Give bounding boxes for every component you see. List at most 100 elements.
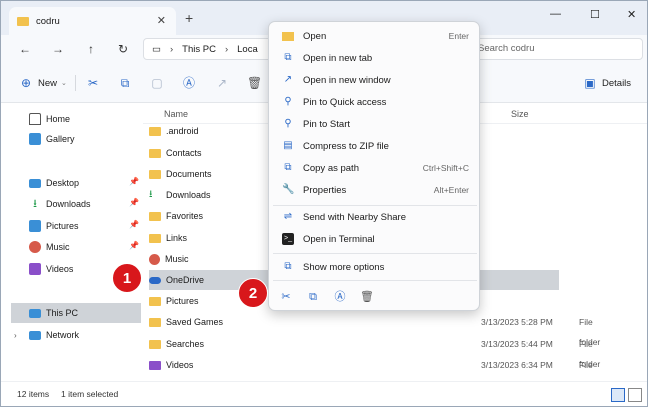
sidebar-item-home[interactable]: Home xyxy=(29,109,143,129)
tiles-view-button[interactable] xyxy=(628,388,642,402)
expand-chevron-icon[interactable]: › xyxy=(14,331,17,340)
table-row[interactable]: Saved Games 3/13/2023 5:28 PM File folde… xyxy=(149,312,600,347)
sidebar-item-label: Desktop xyxy=(46,178,80,188)
file-name: .android xyxy=(166,126,199,136)
file-name: Links xyxy=(166,233,188,243)
tab-title: codru xyxy=(36,15,60,27)
menu-item-properties[interactable]: 🔧 Properties Alt+Enter xyxy=(273,179,477,201)
details-label: Details xyxy=(602,77,632,89)
menu-item-copy-path[interactable]: ⧉ Copy as path Ctrl+Shift+C xyxy=(273,157,477,179)
forward-button[interactable]: → xyxy=(46,39,70,59)
close-tab-icon[interactable]: ✕ xyxy=(157,14,166,27)
videos-icon xyxy=(29,263,41,275)
cut-button[interactable]: ✂ xyxy=(86,73,100,93)
sidebar-item-label: Videos xyxy=(46,264,74,274)
maximize-button[interactable]: ☐ xyxy=(590,8,600,21)
menu-item-label: Open in new tab xyxy=(303,52,373,64)
menu-item-open-new-window[interactable]: ↗ Open in new window xyxy=(273,69,477,91)
gallery-icon xyxy=(29,133,41,145)
file-name: Documents xyxy=(166,169,212,179)
column-header-name[interactable]: Name xyxy=(164,109,188,119)
tab-codru[interactable]: codru ✕ xyxy=(9,7,176,35)
table-row[interactable]: Videos 3/13/2023 6:34 PM File folder xyxy=(149,355,600,390)
details-button[interactable]: ▣ Details xyxy=(583,73,631,93)
cut-action-icon[interactable]: ✂ xyxy=(275,286,297,308)
menu-item-open-new-tab[interactable]: ⧉ Open in new tab xyxy=(273,47,477,69)
music-icon xyxy=(149,253,160,265)
sidebar-item-gallery[interactable]: Gallery xyxy=(29,129,143,149)
sidebar-item-label: Pictures xyxy=(46,221,79,231)
menu-item-nearby-share[interactable]: ⇌ Send with Nearby Share xyxy=(273,206,477,228)
menu-shortcut: Enter xyxy=(448,31,469,41)
folder-icon xyxy=(17,16,29,26)
file-name: Music xyxy=(165,254,189,264)
breadcrumb-this-pc[interactable]: This PC xyxy=(182,44,216,55)
copy-icon: ⧉ xyxy=(120,76,130,90)
nearby-share-icon: ⇌ xyxy=(283,211,293,222)
new-button[interactable]: ⊕ New ⌄ xyxy=(19,73,67,93)
breadcrumb-local[interactable]: Loca xyxy=(237,44,258,55)
sidebar-item-label: Home xyxy=(46,114,71,124)
paste-button[interactable]: ▢ xyxy=(150,73,164,93)
delete-action-icon[interactable]: 🗑 xyxy=(356,286,378,308)
home-icon xyxy=(29,113,41,125)
sidebar-item-label: This PC xyxy=(46,308,79,318)
refresh-button[interactable]: ↻ xyxy=(111,39,135,59)
copy-button[interactable]: ⧉ xyxy=(118,73,132,93)
folder-icon xyxy=(149,233,161,243)
wrench-icon: 🔧 xyxy=(282,184,295,195)
item-count: 12 items xyxy=(17,389,50,399)
rename-action-icon[interactable]: Ⓐ xyxy=(329,286,351,308)
sidebar-item-this-pc[interactable]: This PC xyxy=(11,303,141,323)
pin-icon[interactable]: 📌 xyxy=(129,241,139,250)
sidebar-item-label: Music xyxy=(46,242,70,252)
menu-item-pin-quick-access[interactable]: ⚲ Pin to Quick access xyxy=(273,91,477,113)
folder-icon xyxy=(149,148,161,158)
menu-item-compress-zip[interactable]: ▤ Compress to ZIP file xyxy=(273,135,477,157)
close-window-button[interactable]: ✕ xyxy=(627,8,636,21)
pin-icon[interactable]: 📌 xyxy=(129,177,139,186)
minimize-button[interactable]: — xyxy=(550,8,561,20)
menu-shortcut: Ctrl+Shift+C xyxy=(422,163,469,173)
rename-button[interactable]: Ⓐ xyxy=(182,73,196,93)
clipboard-icon: ▢ xyxy=(151,76,163,90)
sidebar-item-label: Gallery xyxy=(46,134,75,144)
pin-icon[interactable]: 📌 xyxy=(129,198,139,207)
menu-item-label: Send with Nearby Share xyxy=(303,211,406,223)
folder-icon xyxy=(282,31,294,41)
sidebar-item-downloads[interactable]: ⭳ Downloads 📌 xyxy=(29,194,143,214)
menu-item-label: Pin to Start xyxy=(303,118,350,130)
sidebar-item-desktop[interactable]: Desktop 📌 xyxy=(29,173,143,193)
back-button[interactable]: ← xyxy=(13,39,37,59)
menu-item-label: Compress to ZIP file xyxy=(303,140,389,152)
plus-icon: ⊕ xyxy=(20,76,32,90)
file-name: Searches xyxy=(166,339,205,349)
new-tab-button[interactable]: + xyxy=(185,10,193,26)
share-icon: ↗ xyxy=(216,76,228,90)
delete-button[interactable]: 🗑 xyxy=(247,73,262,93)
menu-item-open-terminal[interactable]: >_ Open in Terminal xyxy=(273,228,477,250)
up-button[interactable]: ↑ xyxy=(79,39,103,59)
copy-path-icon: ⧉ xyxy=(284,162,292,173)
menu-item-pin-start[interactable]: ⚲ Pin to Start xyxy=(273,113,477,135)
sidebar-item-pictures[interactable]: Pictures 📌 xyxy=(29,216,143,236)
download-icon: ⭳ xyxy=(149,189,153,200)
menu-item-label: Open xyxy=(303,30,327,42)
pin-icon[interactable]: 📌 xyxy=(129,220,139,229)
sidebar-item-network[interactable]: Network xyxy=(29,325,143,345)
sidebar-item-music[interactable]: Music 📌 xyxy=(29,237,143,257)
chevron-down-icon: ⌄ xyxy=(61,80,67,87)
file-explorer-window: codru ✕ + — ☐ ✕ ← → ↑ ↻ ▭ › This PC › Lo… xyxy=(0,0,648,407)
context-menu: Open Enter ⧉ Open in new tab ↗ Open in n… xyxy=(268,21,480,311)
table-row[interactable]: Searches 3/13/2023 5:44 PM File folder xyxy=(149,334,600,369)
menu-item-show-more[interactable]: ⧉ Show more options xyxy=(273,256,477,278)
file-name: OneDrive xyxy=(166,275,205,285)
share-button[interactable]: ↗ xyxy=(215,73,229,93)
column-header-size[interactable]: Size xyxy=(511,109,529,119)
details-view-button[interactable] xyxy=(611,388,625,402)
new-label: New xyxy=(38,77,58,89)
copy-action-icon[interactable]: ⧉ xyxy=(302,286,324,308)
menu-divider xyxy=(273,280,477,281)
file-name: Favorites xyxy=(166,211,204,221)
menu-item-open[interactable]: Open Enter xyxy=(273,25,477,47)
